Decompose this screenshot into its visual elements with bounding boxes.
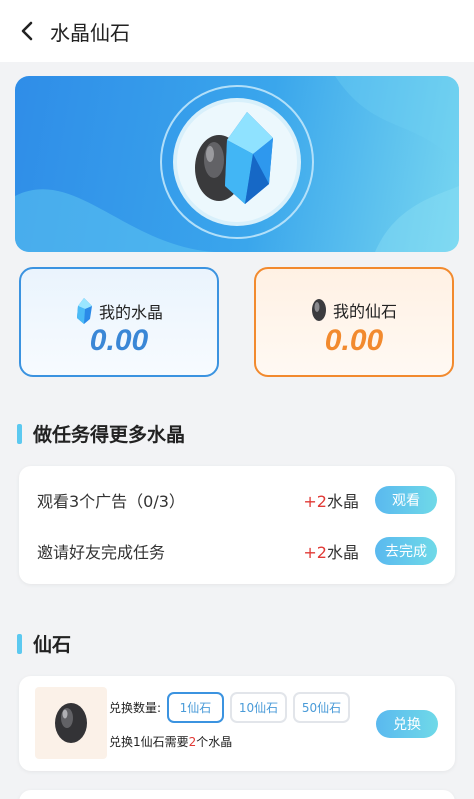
task-reward-unit: 水晶 [326, 492, 359, 511]
top-bar: 水晶仙石 [0, 0, 474, 62]
stone-product-image [35, 687, 107, 759]
invite-friends-button[interactable]: 去完成 [375, 537, 437, 565]
back-button[interactable] [6, 0, 50, 62]
task-reward: +2水晶 [303, 488, 359, 512]
task-reward-amount: +2 [303, 492, 327, 511]
back-arrow-icon [21, 21, 33, 41]
qty-option-1[interactable]: 1仙石 [167, 692, 224, 723]
task-row-watch-ads: 观看3个广告（0/3） +2水晶 观看 [37, 484, 437, 516]
task-name: 邀请好友完成任务 [37, 543, 166, 562]
exchange-desc-suffix: 个水晶 [196, 735, 233, 749]
hero-banner [15, 76, 459, 252]
qty-option-10[interactable]: 10仙石 [230, 692, 287, 723]
my-stone-value: 0.00 [324, 324, 384, 357]
section-accent-bar [17, 423, 22, 444]
my-stone-label-row: 我的仙石 [256, 297, 452, 323]
exchange-qty-label: 兑换数量: [109, 701, 162, 715]
stone-section-title: 仙石 [17, 630, 71, 657]
stone-exchange-card: 兑换数量: 1仙石 10仙石 50仙石 兑换1仙石需要2个水晶 兑换 [19, 676, 455, 771]
stone-section-title-text: 仙石 [33, 634, 72, 656]
page-title: 水晶仙石 [50, 20, 130, 45]
stone-icon [311, 299, 326, 321]
watch-ads-button[interactable]: 观看 [375, 486, 437, 514]
section-accent-bar [17, 633, 22, 654]
task-reward: +2水晶 [303, 539, 359, 563]
my-crystal-label-row: 我的水晶 [21, 297, 217, 325]
exchange-description: 兑换1仙石需要2个水晶 [109, 733, 232, 750]
my-crystal-value: 0.00 [89, 324, 149, 357]
stone-icon [55, 703, 87, 743]
my-crystal-card: 我的水晶 0.00 [19, 267, 219, 377]
my-stone-card: 我的仙石 0.00 [254, 267, 454, 377]
next-card [19, 790, 455, 799]
task-name: 观看3个广告（0/3） [37, 492, 185, 511]
task-reward-amount: +2 [303, 543, 327, 562]
my-stone-label: 我的仙石 [332, 302, 397, 321]
exchange-desc-prefix: 兑换1仙石需要 [109, 735, 189, 749]
task-reward-unit: 水晶 [326, 543, 359, 562]
qty-option-50[interactable]: 50仙石 [293, 692, 350, 723]
my-crystal-label: 我的水晶 [98, 303, 163, 322]
task-row-invite-friends: 邀请好友完成任务 +2水晶 去完成 [37, 535, 437, 567]
tasks-section-title: 做任务得更多水晶 [17, 420, 185, 447]
crystal-icon [76, 298, 92, 324]
exchange-button[interactable]: 兑换 [376, 710, 438, 738]
tasks-section-title-text: 做任务得更多水晶 [33, 424, 186, 446]
tasks-card: 观看3个广告（0/3） +2水晶 观看 邀请好友完成任务 +2水晶 去完成 [19, 466, 455, 584]
